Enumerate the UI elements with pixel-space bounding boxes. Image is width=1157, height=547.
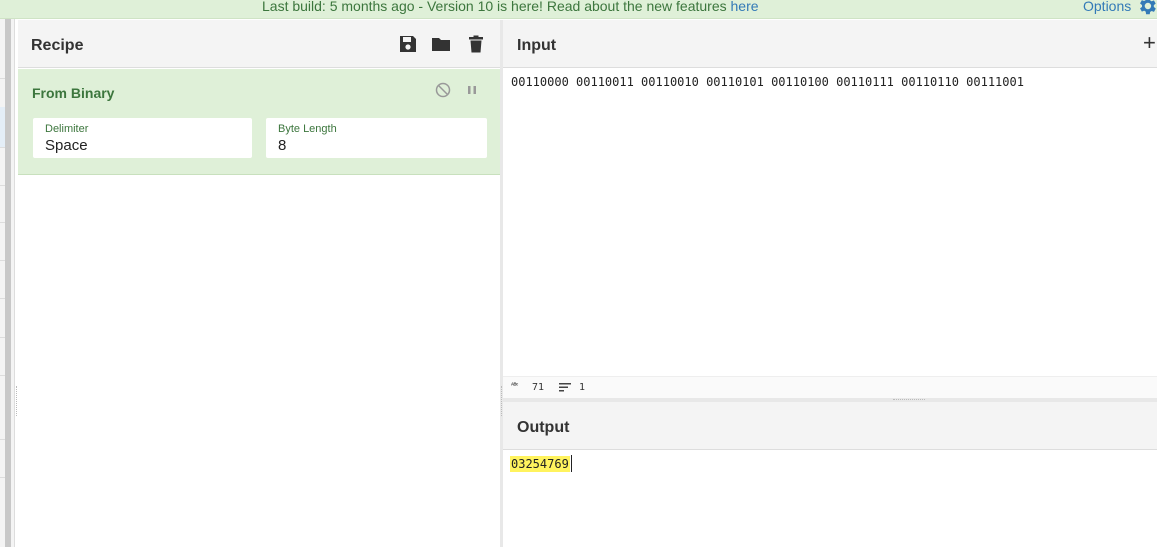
byte-length-label: Byte Length xyxy=(278,123,337,135)
delimiter-label: Delimiter xyxy=(45,123,89,135)
save-icon[interactable] xyxy=(398,34,418,54)
input-status-bar: ᴬᴮᶜ 71 1 xyxy=(503,376,1157,398)
banner-message-text: Last build: 5 months ago - Version 10 is… xyxy=(262,0,731,14)
add-input-button[interactable]: + xyxy=(1143,32,1156,54)
vertical-splitter[interactable] xyxy=(500,20,503,547)
byte-length-value[interactable]: 8 xyxy=(278,137,286,154)
delimiter-field[interactable]: Delimiter Space xyxy=(33,118,252,158)
operations-scrollbar[interactable] xyxy=(5,19,11,547)
output-text[interactable]: 03254769 xyxy=(510,456,570,472)
input-header: Input + xyxy=(503,20,1157,68)
input-title: Input xyxy=(517,37,557,54)
disable-icon[interactable] xyxy=(435,82,451,98)
recipe-header: Recipe xyxy=(18,20,500,68)
input-textarea[interactable]: 00110000 00110011 00110010 00110101 0011… xyxy=(511,75,1024,89)
operation-from-binary[interactable]: From Binary Delimiter Space Byte Length … xyxy=(18,69,500,175)
gear-icon[interactable] xyxy=(1136,0,1157,17)
folder-icon[interactable] xyxy=(431,34,451,54)
lines-icon xyxy=(559,383,571,392)
delimiter-value[interactable]: Space xyxy=(45,137,88,154)
release-notes-link[interactable]: here xyxy=(731,0,759,14)
text-caret xyxy=(571,455,572,472)
recipe-panel: Recipe From Binary Delimiter Space Byte … xyxy=(18,20,500,547)
line-count: 1 xyxy=(579,382,586,393)
banner-message: Last build: 5 months ago - Version 10 is… xyxy=(262,0,759,14)
operations-panel-edge xyxy=(0,19,15,547)
byte-length-field[interactable]: Byte Length 8 xyxy=(266,118,487,158)
abc-icon: ᴬᴮᶜ xyxy=(511,383,519,389)
char-count: 71 xyxy=(532,382,545,393)
output-title: Output xyxy=(517,419,570,436)
operation-title: From Binary xyxy=(32,85,115,101)
recipe-title: Recipe xyxy=(31,37,84,54)
options-button[interactable]: Options xyxy=(1083,0,1131,13)
trash-icon[interactable] xyxy=(466,34,486,54)
left-resize-handle[interactable] xyxy=(16,386,17,416)
top-banner: Last build: 5 months ago - Version 10 is… xyxy=(0,0,1157,19)
output-header: Output xyxy=(503,402,1157,450)
pause-icon[interactable] xyxy=(464,82,480,98)
